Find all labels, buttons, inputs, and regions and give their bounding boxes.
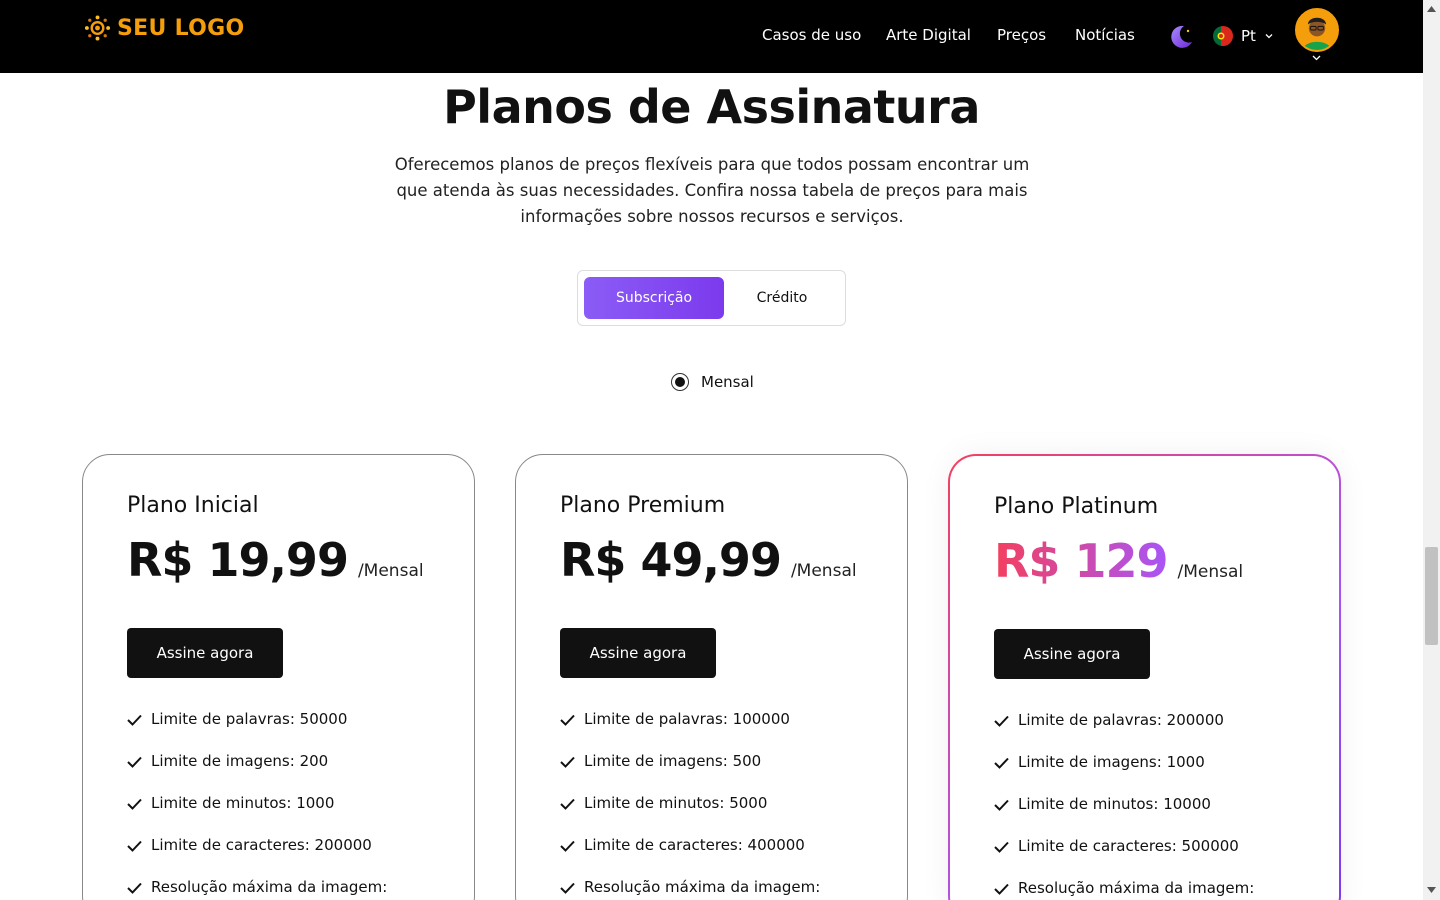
feature-list: Limite de palavras: 50000 Limite de imag… <box>127 710 387 900</box>
feature-text: Limite de minutos: 1000 <box>151 794 335 812</box>
check-icon <box>127 756 142 768</box>
feature-text: Limite de palavras: 200000 <box>1018 711 1224 729</box>
feature-item: Limite de palavras: 200000 <box>994 711 1254 753</box>
feature-text: Limite de imagens: 1000 <box>1018 753 1205 771</box>
check-icon <box>560 840 575 852</box>
feature-text: Limite de caracteres: 500000 <box>1018 837 1239 855</box>
language-selector[interactable]: Pt <box>1213 26 1274 46</box>
feature-item: Limite de palavras: 100000 <box>560 710 820 752</box>
logo[interactable]: SEU LOGO <box>84 14 245 42</box>
price-row: R$ 129 /Mensal <box>994 534 1243 588</box>
feature-text: Resolução máxima da imagem: <box>1018 879 1255 897</box>
feature-item: Limite de imagens: 200 <box>127 752 387 794</box>
feature-text: Limite de imagens: 200 <box>151 752 329 770</box>
feature-list: Limite de palavras: 100000 Limite de ima… <box>560 710 820 900</box>
chevron-down-icon <box>1265 34 1273 39</box>
scrollbar[interactable] <box>1423 0 1440 900</box>
check-icon <box>127 840 142 852</box>
feature-text: Resolução máxima da imagem: <box>151 878 388 896</box>
scroll-down-arrow-icon[interactable] <box>1427 887 1436 893</box>
portugal-flag-icon <box>1213 26 1233 46</box>
feature-item: Limite de imagens: 1000 <box>994 753 1254 795</box>
nav-link-precos[interactable]: Preços <box>997 26 1046 44</box>
feature-item: Limite de minutos: 5000 <box>560 794 820 836</box>
feature-item: Limite de minutos: 1000 <box>127 794 387 836</box>
feature-list: Limite de palavras: 200000 Limite de ima… <box>994 711 1254 900</box>
feature-item: Limite de minutos: 10000 <box>994 795 1254 837</box>
feature-text: Limite de palavras: 50000 <box>151 710 348 728</box>
feature-item: Limite de caracteres: 500000 <box>994 837 1254 879</box>
check-icon <box>127 882 142 894</box>
plan-period: /Mensal <box>357 561 424 581</box>
check-icon <box>560 798 575 810</box>
avatar[interactable] <box>1295 8 1339 52</box>
feature-item: Resolução máxima da imagem: <box>994 879 1254 900</box>
check-icon <box>560 756 575 768</box>
check-icon <box>127 798 142 810</box>
plan-price: R$ 19,99 <box>127 533 349 587</box>
plan-name: Plano Inicial <box>127 493 259 518</box>
nav-link-noticias[interactable]: Notícias <box>1075 26 1135 44</box>
page-description: Oferecemos planos de preços flexíveis pa… <box>394 155 1030 226</box>
tab-credit[interactable]: Crédito <box>724 277 840 319</box>
plan-name: Plano Platinum <box>994 494 1159 519</box>
check-icon <box>994 841 1009 853</box>
feature-item: Limite de caracteres: 400000 <box>560 836 820 878</box>
subscribe-button[interactable]: Assine agora <box>994 629 1150 679</box>
plan-price: R$ 129 <box>994 534 1168 588</box>
user-avatar-icon <box>1297 10 1337 50</box>
feature-item: Limite de imagens: 500 <box>560 752 820 794</box>
feature-text: Limite de caracteres: 400000 <box>584 836 805 854</box>
price-row: R$ 19,99 /Mensal <box>127 533 424 587</box>
nav-link-casos-de-uso[interactable]: Casos de uso <box>762 26 861 44</box>
chevron-down-icon[interactable] <box>1311 54 1322 62</box>
page-title: Planos de Assinatura <box>443 80 980 134</box>
top-navbar: SEU LOGO Casos de uso Arte Digital Preço… <box>0 0 1423 73</box>
feature-text: Limite de palavras: 100000 <box>584 710 790 728</box>
feature-text: Limite de imagens: 500 <box>584 752 762 770</box>
subscribe-button[interactable]: Assine agora <box>127 628 283 678</box>
plan-card-platinum: Plano Platinum R$ 129 /Mensal Assine ago… <box>948 454 1341 900</box>
language-label: Pt <box>1241 27 1256 45</box>
period-radio[interactable] <box>671 373 689 391</box>
moon-icon[interactable] <box>1167 23 1195 51</box>
nav-link-arte-digital[interactable]: Arte Digital <box>886 26 971 44</box>
billing-type-toggle: Subscrição Crédito <box>577 270 846 326</box>
check-icon <box>127 714 142 726</box>
billing-period[interactable]: Mensal <box>671 373 754 391</box>
radio-selected-dot <box>675 377 685 387</box>
plan-name: Plano Premium <box>560 493 726 518</box>
plan-card-premium: Plano Premium R$ 49,99 /Mensal Assine ag… <box>515 454 908 900</box>
feature-text: Limite de caracteres: 200000 <box>151 836 372 854</box>
check-icon <box>560 714 575 726</box>
plan-card-inicial: Plano Inicial R$ 19,99 /Mensal Assine ag… <box>82 454 475 900</box>
check-icon <box>994 883 1009 895</box>
feature-item: Limite de palavras: 50000 <box>127 710 387 752</box>
tab-subscription[interactable]: Subscrição <box>584 277 724 319</box>
feature-text: Limite de minutos: 10000 <box>1018 795 1211 813</box>
feature-item: Limite de caracteres: 200000 <box>127 836 387 878</box>
check-icon <box>994 757 1009 769</box>
feature-item: Resolução máxima da imagem: <box>127 878 387 900</box>
plan-period: /Mensal <box>1177 562 1244 582</box>
scroll-up-arrow-icon[interactable] <box>1427 6 1436 12</box>
check-icon <box>994 715 1009 727</box>
logo-icon <box>84 15 111 41</box>
subscribe-button[interactable]: Assine agora <box>560 628 716 678</box>
check-icon <box>994 799 1009 811</box>
price-row: R$ 49,99 /Mensal <box>560 533 857 587</box>
logo-text: SEU LOGO <box>117 15 245 41</box>
check-icon <box>560 882 575 894</box>
feature-text: Resolução máxima da imagem: <box>584 878 821 896</box>
scrollbar-thumb[interactable] <box>1425 547 1438 645</box>
plan-period: /Mensal <box>790 561 857 581</box>
feature-text: Limite de minutos: 5000 <box>584 794 768 812</box>
plan-price: R$ 49,99 <box>560 533 782 587</box>
feature-item: Resolução máxima da imagem: <box>560 878 820 900</box>
period-label: Mensal <box>701 373 754 391</box>
